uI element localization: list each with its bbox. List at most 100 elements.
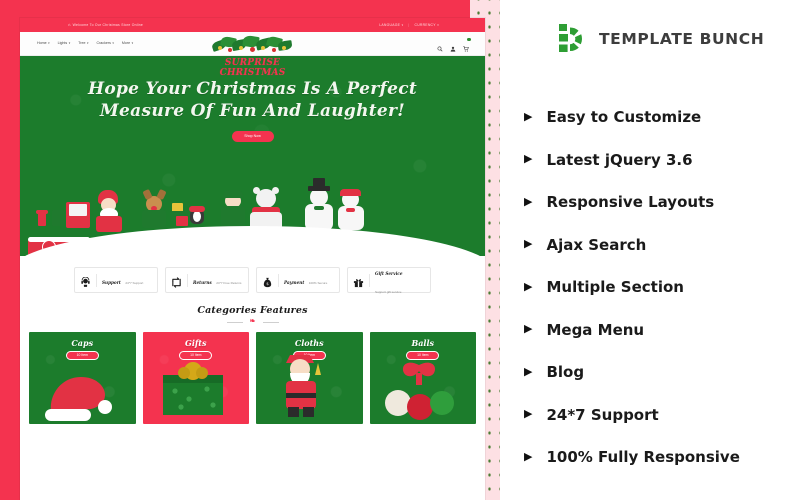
category-cards: Caps 10 Item Gifts 10 Item Cloths 10 Ite… xyxy=(20,328,485,424)
moneybag-icon: $ xyxy=(262,275,273,287)
site-topbar: ⌂ Welcome To Our Christmas Store Online … xyxy=(20,18,485,32)
bow-icon: ❧ xyxy=(249,318,256,325)
logo-line-2: CHRISTMAS xyxy=(219,67,286,78)
category-name: Balls xyxy=(411,338,435,348)
chevron-down-icon: ▾ xyxy=(48,41,50,45)
service-features: Support 24*7 Support Returns 24*7 Free R… xyxy=(20,256,485,299)
site-logo[interactable]: SURPRISE CHRISTMAS xyxy=(210,31,296,89)
feature-label: Responsive Layouts xyxy=(546,193,715,212)
title-divider: ❧ xyxy=(226,318,279,326)
categories-title: Categories Features xyxy=(197,305,308,316)
nav-item-lights[interactable]: Lights ▾ xyxy=(58,41,71,45)
feature-item: ▶ Latest jQuery 3.6 xyxy=(524,139,794,182)
feature-label: Mega Menu xyxy=(546,320,645,339)
arrow-right-icon: ▶ xyxy=(524,323,533,336)
service-title: Payment xyxy=(284,280,305,285)
categories-header: Categories Features ❧ xyxy=(20,299,485,328)
feature-item: ▶ Easy to Customize xyxy=(524,96,794,139)
currency-selector[interactable]: CURRENCY ▾ xyxy=(415,23,439,27)
nav-label: Crackers xyxy=(96,41,111,45)
gift-box-image xyxy=(159,359,227,422)
feature-label: Multiple Section xyxy=(546,278,684,297)
category-card-gifts[interactable]: Gifts 10 Item xyxy=(142,332,249,424)
chevron-down-icon: ▾ xyxy=(86,41,89,45)
category-card-balls[interactable]: Balls 10 Item xyxy=(369,332,476,424)
nav-item-tree[interactable]: Tree ▾ xyxy=(78,41,88,45)
cart-icon[interactable] xyxy=(463,37,471,52)
nav-item-more[interactable]: More ▾ xyxy=(122,41,133,45)
feature-list: ▶ Easy to Customize ▶ Latest jQuery 3.6 … xyxy=(524,96,794,479)
nav-item-crackers[interactable]: Crackers ▾ xyxy=(97,41,114,45)
arrow-right-icon: ▶ xyxy=(524,408,533,421)
service-subtitle: 100% Secure xyxy=(308,281,328,285)
service-subtitle: Support gift service xyxy=(375,290,402,294)
template-bunch-logo-icon xyxy=(556,22,590,56)
service-subtitle: 24*7 Free Returns xyxy=(216,281,242,285)
service-subtitle: 24*7 Support xyxy=(125,281,144,285)
divider xyxy=(96,273,97,287)
nav-item-home[interactable]: Home ▾ xyxy=(37,41,50,45)
chevron-down-icon: ▾ xyxy=(68,41,71,45)
nav-menu: Home ▾ Lights ▾ Tree ▾ Crackers ▾ More ▾ xyxy=(37,41,133,45)
brand-panel: TEMPLATE BUNCH ▶ Easy to Customize ▶ Lat… xyxy=(500,0,800,500)
service-title: Returns xyxy=(193,280,212,285)
service-text: Gift Service Support gift service xyxy=(375,262,425,298)
brand-header: TEMPLATE BUNCH xyxy=(556,22,764,56)
feature-item: ▶ Multiple Section xyxy=(524,266,794,309)
user-icon[interactable] xyxy=(450,39,456,52)
logo-text-plate: SURPRISE CHRISTMAS xyxy=(217,57,289,78)
santa-hat-image xyxy=(43,371,113,424)
category-name: Cloths xyxy=(294,338,324,348)
service-box-returns[interactable]: Returns 24*7 Free Returns xyxy=(165,267,249,293)
nav-icons xyxy=(437,37,471,52)
home-icon: ⌂ xyxy=(68,21,71,27)
ornament-balls-image xyxy=(382,359,456,424)
currency-label: CURRENCY xyxy=(414,22,436,27)
feature-label: Easy to Customize xyxy=(546,108,702,127)
category-card-cloths[interactable]: Cloths 10 Item xyxy=(256,332,363,424)
category-card-caps[interactable]: Caps 10 Item xyxy=(29,332,136,424)
service-text: Returns 24*7 Free Returns xyxy=(193,271,243,289)
search-icon[interactable] xyxy=(437,39,443,52)
divider xyxy=(369,273,370,287)
arrow-right-icon: ▶ xyxy=(524,365,533,378)
arrow-right-icon: ▶ xyxy=(524,195,533,208)
feature-label: Blog xyxy=(546,363,585,382)
category-name: Caps xyxy=(71,338,94,348)
preview-poster-frame: ⌂ Welcome To Our Christmas Store Online … xyxy=(0,0,500,500)
feature-label: 24*7 Support xyxy=(546,405,659,424)
chevron-down-icon: ▾ xyxy=(437,22,439,27)
arrow-right-icon: ▶ xyxy=(524,153,533,166)
santa-figure-image xyxy=(274,349,334,424)
nav-label: Lights xyxy=(57,41,68,45)
feature-item: ▶ Ajax Search xyxy=(524,224,794,267)
chevron-down-icon: ▾ xyxy=(112,41,114,45)
chevron-down-icon: ▾ xyxy=(401,22,404,27)
feature-item: ▶ Responsive Layouts xyxy=(524,181,794,224)
service-box-payment[interactable]: $ Payment 100% Secure xyxy=(256,267,340,293)
shop-now-button[interactable]: Shop Now xyxy=(231,131,274,142)
feature-item: ▶ 24*7 Support xyxy=(524,394,794,437)
service-text: Support 24*7 Support xyxy=(102,271,152,289)
service-box-gift[interactable]: Gift Service Support gift service xyxy=(347,267,431,294)
divider xyxy=(187,273,188,287)
topbar-welcome: ⌂ Welcome To Our Christmas Store Online xyxy=(68,21,144,27)
language-label: LANGUAGE xyxy=(379,22,401,27)
category-badge: 10 Item xyxy=(65,351,99,360)
nav-label: Tree xyxy=(78,41,86,45)
topbar-selectors: LANGUAGE ▾ | CURRENCY ▾ xyxy=(379,23,439,27)
feature-item: ▶ Blog xyxy=(524,351,794,394)
service-box-support[interactable]: Support 24*7 Support xyxy=(74,267,158,293)
page-root: ⌂ Welcome To Our Christmas Store Online … xyxy=(0,0,800,500)
feature-label: Ajax Search xyxy=(546,235,647,254)
arrow-right-icon: ▶ xyxy=(524,450,533,463)
nav-label: Home xyxy=(37,41,47,45)
website-preview: ⌂ Welcome To Our Christmas Store Online … xyxy=(20,18,485,500)
nav-label: More xyxy=(121,41,131,45)
language-selector[interactable]: LANGUAGE ▾ xyxy=(379,23,403,27)
feature-item: ▶ Mega Menu xyxy=(524,309,794,352)
garland-decoration xyxy=(210,31,296,57)
welcome-text: Welcome To Our Christmas Store Online xyxy=(72,22,144,27)
brand-name: TEMPLATE BUNCH xyxy=(599,30,765,48)
cart-badge xyxy=(467,37,471,42)
